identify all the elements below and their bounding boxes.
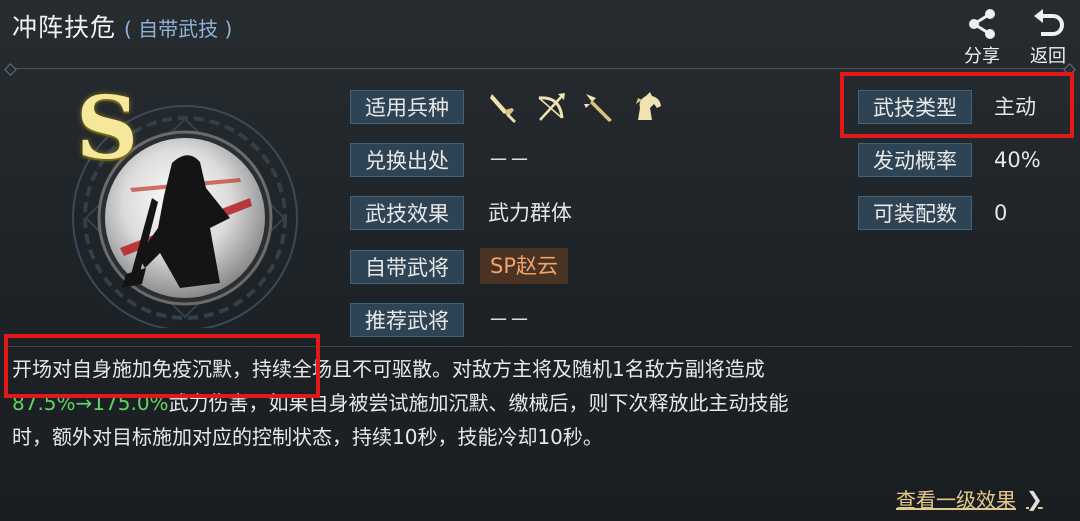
general-label: 自带武将 <box>350 250 464 284</box>
equip-count-label: 可装配数 <box>858 196 972 230</box>
bow-icon <box>538 93 565 121</box>
troops-label: 适用兵种 <box>350 90 464 124</box>
horse-icon <box>636 92 661 120</box>
annotation-box-immunity-text <box>4 334 320 398</box>
back-button[interactable]: 返回 <box>1025 8 1071 67</box>
source-value: －－ <box>488 148 530 172</box>
troop-types <box>486 90 664 124</box>
share-button[interactable]: 分享 <box>959 8 1005 67</box>
view-level1-effect-label: 查看一级效果 <box>896 488 1016 512</box>
effect-value: 武力群体 <box>488 201 572 225</box>
general-badge[interactable]: SP赵云 <box>480 248 568 284</box>
skill-source-tag: ( 自带武技 ) <box>124 17 233 41</box>
source-label: 兑换出处 <box>350 143 464 177</box>
return-arrow-icon <box>1034 9 1064 36</box>
sword-icon <box>490 94 516 123</box>
chevron-right-icon: ❯ <box>1026 486 1043 511</box>
spear-icon <box>584 94 612 122</box>
view-level1-effect-link[interactable]: 查看一级效果 ❯ <box>896 484 1043 513</box>
trigger-chance-value: 40% <box>994 148 1041 172</box>
trigger-chance-label: 发动概率 <box>858 143 972 177</box>
header-divider <box>8 68 1072 69</box>
recommend-value: －－ <box>488 308 530 332</box>
share-icon <box>969 9 995 39</box>
page-title: 冲阵扶危 <box>12 13 117 42</box>
description-line-3: 时，额外对目标施加对应的控制状态，持续10秒，技能冷却10秒。 <box>12 425 603 449</box>
recommend-label: 推荐武将 <box>350 303 464 337</box>
equip-count-value: 0 <box>994 201 1008 225</box>
share-label: 分享 <box>964 46 1000 67</box>
effect-label: 武技效果 <box>350 196 464 230</box>
back-label: 返回 <box>1030 46 1066 67</box>
title-row: 冲阵扶危 ( 自带武技 ) <box>12 8 232 48</box>
skill-grade: S <box>76 78 139 179</box>
annotation-box-skill-type <box>840 72 1074 138</box>
